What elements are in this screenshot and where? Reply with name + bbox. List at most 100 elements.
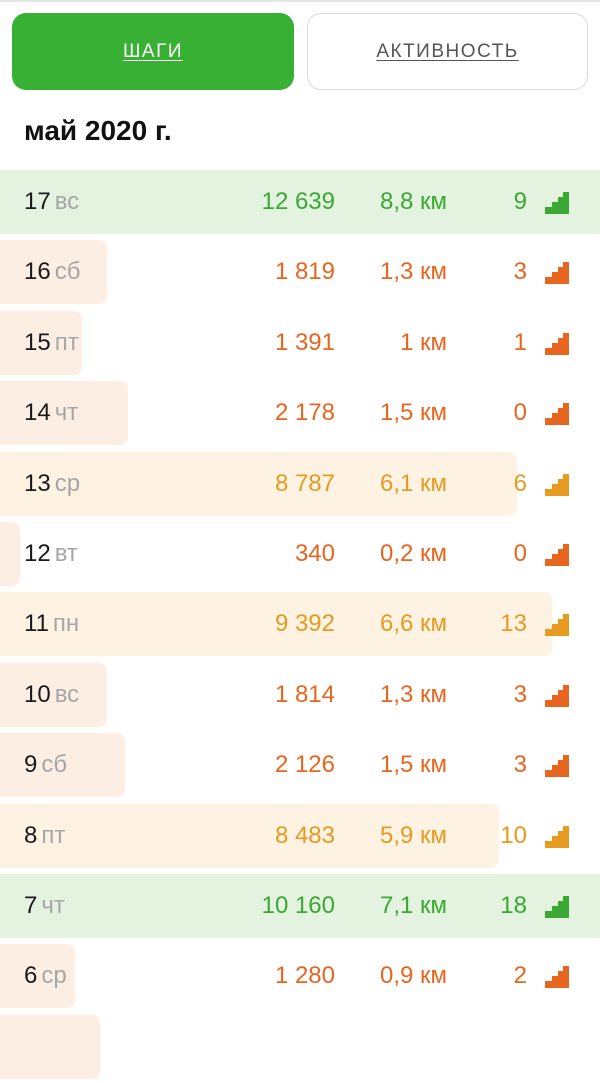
floors-count: 9 bbox=[513, 188, 527, 215]
day-label: 9 сб bbox=[24, 731, 67, 801]
day-number: 9 bbox=[24, 751, 38, 779]
day-row[interactable]: 10 вс 1 814 1,3 км 3 bbox=[0, 661, 600, 731]
weekday: ср bbox=[41, 962, 67, 990]
stairs-icon bbox=[545, 262, 569, 285]
day-row[interactable]: 9 сб 2 126 1,5 км 3 bbox=[0, 731, 600, 801]
day-row[interactable]: 6 ср 1 280 0,9 км 2 bbox=[0, 942, 600, 1012]
day-number: 14 bbox=[24, 399, 51, 427]
weekday: вс bbox=[54, 188, 80, 215]
distance-value: 5,9 км bbox=[379, 821, 447, 849]
day-label: 10 вс bbox=[24, 661, 79, 731]
stairs-icon bbox=[545, 543, 569, 566]
stairs-icon bbox=[545, 192, 569, 214]
stairs-icon bbox=[545, 403, 569, 426]
day-number: 12 bbox=[24, 539, 51, 567]
day-label: 15 пт bbox=[24, 309, 79, 379]
distance-value: 1 км bbox=[399, 328, 447, 356]
steps-bar bbox=[0, 521, 20, 586]
steps-count: 10 160 bbox=[261, 891, 335, 919]
distance-value: 0,9 км bbox=[379, 962, 447, 990]
day-list: 17 вс 12 639 8,8 км 9 16 сб 1 819 1,3 км 3 15 пт 1 3… bbox=[0, 168, 600, 1083]
floors-count: 18 bbox=[500, 891, 527, 919]
floors-count: 0 bbox=[513, 539, 527, 567]
weekday: пт bbox=[41, 821, 66, 849]
tab-activity[interactable]: АКТИВНОСТЬ bbox=[307, 13, 588, 90]
day-label: 17 вс bbox=[24, 168, 79, 238]
weekday: чт bbox=[54, 399, 79, 427]
distance-value: 8,8 км bbox=[379, 188, 447, 215]
day-row[interactable]: 7 чт 10 160 7,1 км 18 bbox=[0, 872, 600, 942]
steps-count: 1 819 bbox=[274, 258, 335, 286]
weekday: сб bbox=[41, 751, 68, 779]
day-row[interactable] bbox=[0, 1013, 600, 1083]
weekday: вс bbox=[54, 680, 80, 708]
day-row[interactable]: 12 вт 340 0,2 км 0 bbox=[0, 520, 600, 590]
weekday: сб bbox=[54, 258, 81, 286]
floors-count: 3 bbox=[513, 751, 527, 779]
floors-count: 2 bbox=[513, 962, 527, 990]
top-divider bbox=[0, 0, 600, 2]
steps-bar bbox=[0, 1014, 100, 1079]
floors-count: 0 bbox=[513, 399, 527, 427]
day-number: 11 bbox=[24, 610, 49, 638]
steps-count: 8 483 bbox=[274, 821, 335, 849]
day-label: 7 чт bbox=[24, 872, 65, 942]
distance-value: 1,5 км bbox=[379, 751, 447, 779]
day-label: 16 сб bbox=[24, 238, 80, 308]
day-label: 13 ср bbox=[24, 450, 80, 520]
steps-count: 1 391 bbox=[274, 328, 335, 356]
day-row[interactable]: 14 чт 2 178 1,5 км 0 bbox=[0, 379, 600, 449]
distance-value: 6,6 км bbox=[379, 610, 447, 638]
distance-value: 1,5 км bbox=[379, 399, 447, 427]
weekday: пт bbox=[54, 328, 79, 356]
day-row[interactable]: 17 вс 12 639 8,8 км 9 bbox=[0, 168, 600, 238]
day-row[interactable]: 16 сб 1 819 1,3 км 3 bbox=[0, 238, 600, 308]
stairs-icon bbox=[545, 332, 569, 355]
day-label: 11 пн bbox=[24, 590, 79, 660]
day-row[interactable]: 15 пт 1 391 1 км 1 bbox=[0, 309, 600, 379]
floors-count: 1 bbox=[513, 328, 527, 356]
day-row[interactable]: 11 пн 9 392 6,6 км 13 bbox=[0, 590, 600, 660]
distance-value: 1,3 км bbox=[379, 258, 447, 286]
floors-count: 3 bbox=[513, 680, 527, 708]
day-label: 14 чт bbox=[24, 379, 78, 449]
floors-count: 3 bbox=[513, 258, 527, 286]
stairs-icon bbox=[545, 966, 569, 989]
steps-count: 2 126 bbox=[274, 751, 335, 779]
distance-value: 0,2 км bbox=[379, 539, 447, 567]
steps-count: 1 280 bbox=[274, 962, 335, 990]
stairs-icon bbox=[545, 473, 569, 496]
day-number: 13 bbox=[24, 469, 51, 497]
distance-value: 7,1 км bbox=[379, 891, 447, 919]
day-row[interactable]: 8 пт 8 483 5,9 км 10 bbox=[0, 802, 600, 872]
steps-count: 1 814 bbox=[274, 680, 335, 708]
stairs-icon bbox=[545, 895, 569, 918]
weekday: ср bbox=[54, 469, 81, 497]
day-number: 10 bbox=[24, 680, 51, 708]
floors-count: 6 bbox=[513, 469, 527, 497]
stairs-icon bbox=[545, 684, 569, 707]
day-label: 8 пт bbox=[24, 802, 65, 872]
floors-count: 10 bbox=[500, 821, 527, 849]
month-title: май 2020 г. bbox=[24, 115, 172, 146]
stairs-icon bbox=[545, 755, 569, 778]
steps-count: 12 639 bbox=[261, 188, 335, 215]
weekday: вт bbox=[54, 539, 78, 567]
tab-bar: ШАГИ АКТИВНОСТЬ bbox=[12, 13, 588, 90]
weekday: пн bbox=[52, 610, 80, 638]
stairs-icon bbox=[545, 825, 569, 848]
day-number: 17 bbox=[24, 188, 51, 215]
day-number: 15 bbox=[24, 328, 51, 356]
steps-count: 2 178 bbox=[274, 399, 335, 427]
distance-value: 6,1 км bbox=[379, 469, 447, 497]
tab-steps[interactable]: ШАГИ bbox=[12, 13, 294, 90]
day-row[interactable]: 13 ср 8 787 6,1 км 6 bbox=[0, 450, 600, 520]
distance-value: 1,3 км bbox=[379, 680, 447, 708]
day-number: 7 bbox=[24, 891, 38, 919]
day-label: 12 вт bbox=[24, 520, 78, 590]
weekday: чт bbox=[41, 891, 65, 919]
steps-count: 9 392 bbox=[274, 610, 335, 638]
day-number: 16 bbox=[24, 258, 51, 286]
stairs-icon bbox=[545, 614, 569, 637]
floors-count: 13 bbox=[500, 610, 527, 638]
